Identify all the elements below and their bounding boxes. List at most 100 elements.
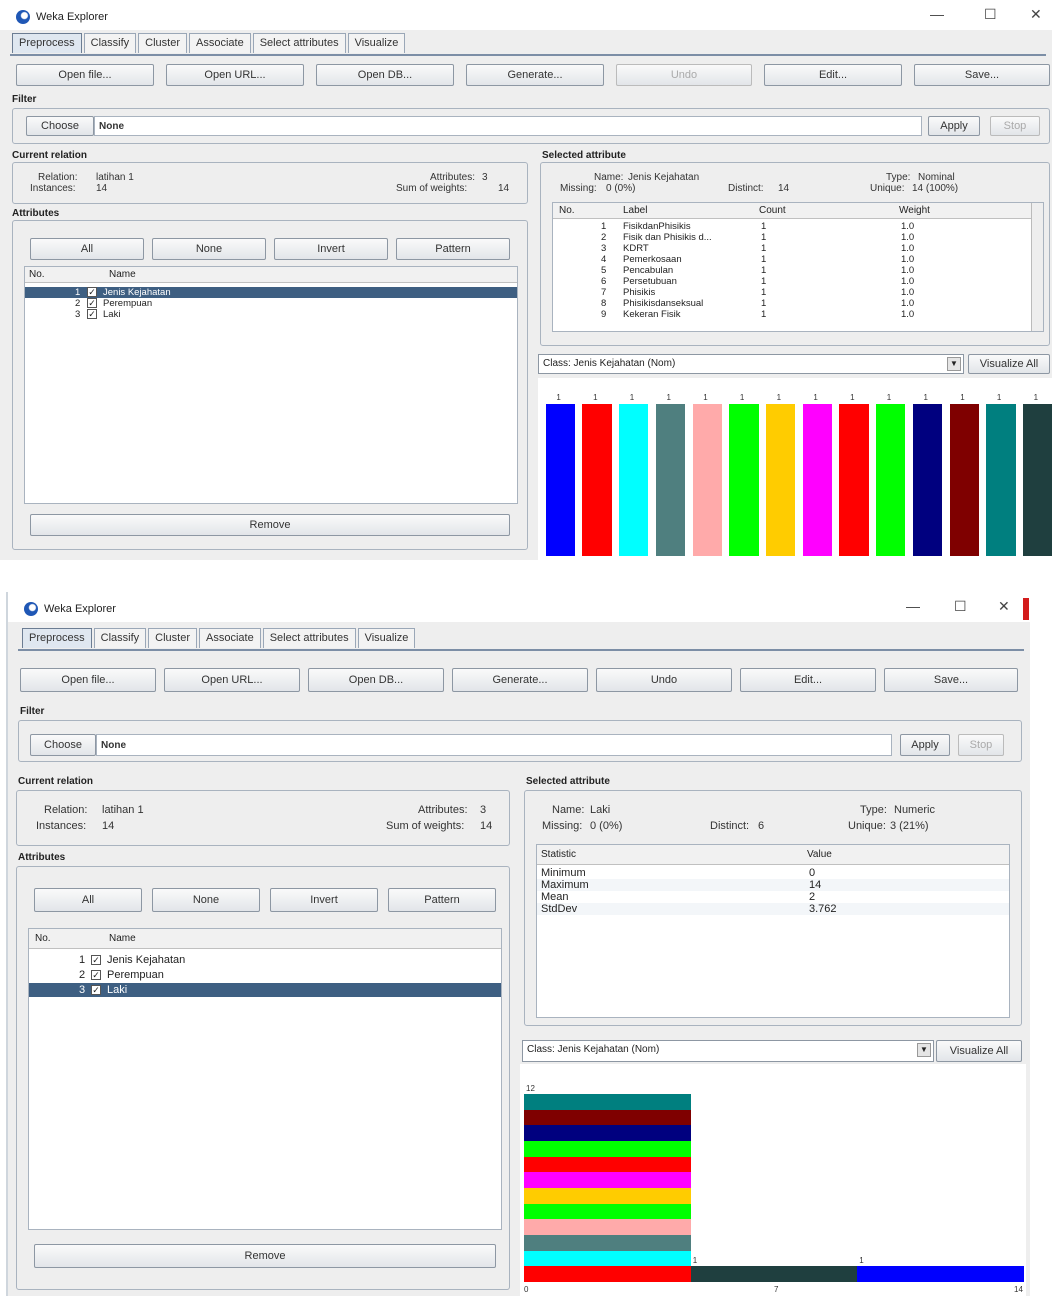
apply-button[interactable]: Apply bbox=[900, 734, 950, 756]
filter-field[interactable]: None bbox=[96, 734, 892, 756]
attribute-row[interactable]: 1 ✓ Jenis Kejahatan bbox=[25, 287, 517, 298]
attribute-row[interactable]: 2 ✓ Perempuan bbox=[25, 298, 517, 309]
close-icon[interactable]: ✕ bbox=[998, 598, 1010, 615]
tab-visualize[interactable]: Visualize bbox=[347, 33, 406, 53]
table-row[interactable]: Mean 2 bbox=[537, 891, 1009, 903]
generate-button[interactable]: Generate... bbox=[466, 64, 604, 86]
tab-classify[interactable]: Classify bbox=[83, 33, 137, 53]
stop-button[interactable]: Stop bbox=[990, 116, 1040, 136]
pattern-button[interactable]: Pattern bbox=[388, 888, 496, 912]
maximize-icon[interactable]: ☐ bbox=[984, 6, 997, 23]
minimize-icon[interactable]: — bbox=[930, 6, 944, 22]
table-row[interactable]: Maximum 14 bbox=[537, 879, 1009, 891]
save-button[interactable]: Save... bbox=[914, 64, 1050, 86]
tab-cluster[interactable]: Cluster bbox=[138, 33, 187, 53]
tab-preprocess[interactable]: Preprocess bbox=[12, 33, 82, 53]
attributes-section-title: Attributes bbox=[18, 852, 66, 863]
instances-label: Instances: bbox=[36, 820, 87, 832]
sum-weights-value: 14 bbox=[480, 820, 493, 832]
attr-missing-label: Missing: bbox=[542, 820, 583, 832]
visualize-all-button[interactable]: Visualize All bbox=[968, 354, 1050, 374]
filter-field[interactable]: None bbox=[94, 116, 922, 136]
attr-name-label: Name: bbox=[552, 804, 585, 816]
edit-button[interactable]: Edit... bbox=[764, 64, 902, 86]
checkbox-checked-icon[interactable]: ✓ bbox=[87, 309, 97, 319]
undo-button[interactable]: Undo bbox=[596, 668, 732, 692]
class-bar-1 bbox=[545, 404, 576, 556]
checkbox-checked-icon[interactable]: ✓ bbox=[87, 287, 97, 297]
tab-visualize[interactable]: Visualize bbox=[357, 628, 416, 648]
tab-associate[interactable]: Associate bbox=[189, 33, 251, 53]
sum-weights-label: Sum of weights: bbox=[396, 183, 468, 194]
undo-button[interactable]: Undo bbox=[616, 64, 752, 86]
open-file-button[interactable]: Open file... bbox=[16, 64, 154, 86]
table-row[interactable]: 6 Persetubuan 1 1.0 bbox=[553, 276, 1031, 287]
tab-select-attributes[interactable]: Select attributes bbox=[262, 628, 356, 648]
weka-window-top: Weka Explorer — ☐ ✕ Preprocess Classify … bbox=[0, 0, 1052, 560]
statistics-table-header: Statistic Value bbox=[537, 845, 1009, 865]
edit-button[interactable]: Edit... bbox=[740, 668, 876, 692]
save-button[interactable]: Save... bbox=[884, 668, 1018, 692]
table-row[interactable]: Minimum 0 bbox=[537, 867, 1009, 879]
apply-button[interactable]: Apply bbox=[928, 116, 980, 136]
attr-name-label: Name: bbox=[594, 172, 624, 183]
invert-button[interactable]: Invert bbox=[274, 238, 388, 260]
invert-button[interactable]: Invert bbox=[270, 888, 378, 912]
open-db-button[interactable]: Open DB... bbox=[308, 668, 444, 692]
attribute-row[interactable]: 2 ✓ Perempuan bbox=[29, 968, 501, 982]
all-button[interactable]: All bbox=[34, 888, 142, 912]
table-row[interactable]: 1 FisikdanPhisikis 1 1.0 bbox=[553, 221, 1031, 232]
tab-select-attributes[interactable]: Select attributes bbox=[252, 33, 346, 53]
table-row[interactable]: 2 Fisik dan Phisikis d... 1 1.0 bbox=[553, 232, 1031, 243]
maximize-icon[interactable]: ☐ bbox=[954, 598, 967, 615]
tab-preprocess[interactable]: Preprocess bbox=[22, 628, 92, 648]
all-button[interactable]: All bbox=[30, 238, 144, 260]
table-row[interactable]: 9 Kekeran Fisik 1 1.0 bbox=[553, 309, 1031, 320]
table-row[interactable]: 7 Phisikis 1 1.0 bbox=[553, 287, 1031, 298]
histogram-segment bbox=[524, 1250, 691, 1267]
minimize-icon[interactable]: — bbox=[906, 598, 920, 614]
remove-button[interactable]: Remove bbox=[34, 1244, 496, 1268]
choose-filter-button[interactable]: Choose bbox=[26, 116, 94, 136]
class-bar-5 bbox=[692, 404, 722, 556]
none-button[interactable]: None bbox=[152, 888, 260, 912]
open-url-button[interactable]: Open URL... bbox=[166, 64, 304, 86]
attribute-row[interactable]: 3 ✓ Laki bbox=[25, 309, 517, 320]
table-row[interactable]: 5 Pencabulan 1 1.0 bbox=[553, 265, 1031, 276]
close-icon[interactable]: ✕ bbox=[1030, 6, 1042, 23]
table-row[interactable]: 8 Phisikisdanseksual 1 1.0 bbox=[553, 298, 1031, 309]
class-selector[interactable]: Class: Jenis Kejahatan (Nom) ▼ bbox=[538, 354, 964, 374]
table-row[interactable]: StdDev 3.762 bbox=[537, 903, 1009, 915]
checkbox-checked-icon[interactable]: ✓ bbox=[91, 955, 101, 965]
attribute-row[interactable]: 1 ✓ Jenis Kejahatan bbox=[29, 953, 501, 967]
none-button[interactable]: None bbox=[152, 238, 266, 260]
bar-count-label: 1 bbox=[629, 393, 635, 402]
tab-cluster[interactable]: Cluster bbox=[148, 628, 197, 648]
class-bar-6 bbox=[729, 404, 759, 556]
open-db-button[interactable]: Open DB... bbox=[316, 64, 454, 86]
open-url-button[interactable]: Open URL... bbox=[164, 668, 300, 692]
pattern-button[interactable]: Pattern bbox=[396, 238, 510, 260]
checkbox-checked-icon[interactable]: ✓ bbox=[87, 298, 97, 308]
table-row[interactable]: 4 Pemerkosaan 1 1.0 bbox=[553, 254, 1031, 265]
tab-classify[interactable]: Classify bbox=[93, 628, 147, 648]
tab-associate[interactable]: Associate bbox=[199, 628, 261, 648]
bar-count-label: 1 bbox=[776, 393, 782, 402]
label-table-scrollbar[interactable] bbox=[1031, 203, 1043, 331]
attr-type-label: Type: bbox=[860, 804, 887, 816]
choose-filter-button[interactable]: Choose bbox=[30, 734, 96, 756]
stop-button[interactable]: Stop bbox=[958, 734, 1004, 756]
checkbox-checked-icon[interactable]: ✓ bbox=[91, 985, 101, 995]
generate-button[interactable]: Generate... bbox=[452, 668, 588, 692]
open-file-button[interactable]: Open file... bbox=[20, 668, 156, 692]
header-name: Name bbox=[109, 269, 136, 280]
remove-button[interactable]: Remove bbox=[30, 514, 510, 536]
weka-logo-icon bbox=[24, 602, 38, 616]
class-selector[interactable]: Class: Jenis Kejahatan (Nom) ▼ bbox=[522, 1040, 934, 1062]
header-no: No. bbox=[29, 269, 45, 280]
checkbox-checked-icon[interactable]: ✓ bbox=[91, 970, 101, 980]
table-row[interactable]: 3 KDRT 1 1.0 bbox=[553, 243, 1031, 254]
visualize-all-button[interactable]: Visualize All bbox=[936, 1040, 1022, 1062]
attribute-row[interactable]: 3 ✓ Laki bbox=[29, 983, 501, 997]
class-bar-14 bbox=[1022, 404, 1052, 556]
